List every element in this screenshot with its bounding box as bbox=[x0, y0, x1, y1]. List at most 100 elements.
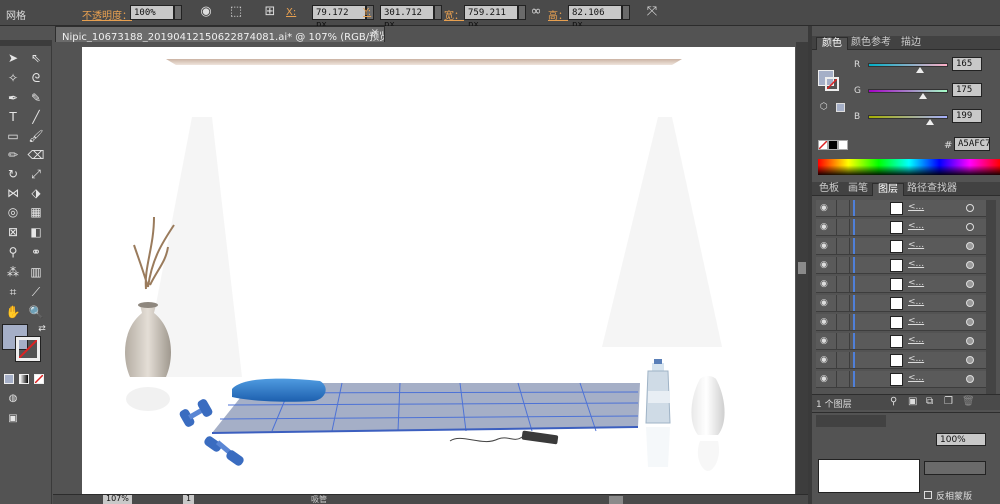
eyedropper-tool-icon[interactable]: ⚲ bbox=[4, 243, 22, 261]
mesh-tool-icon[interactable]: ⊠ bbox=[4, 223, 22, 241]
tab-stroke[interactable]: 描边 bbox=[896, 37, 926, 50]
visibility-eye-icon[interactable]: ◉ bbox=[820, 355, 832, 365]
link-proportions-icon[interactable]: ∞ bbox=[528, 4, 544, 20]
lock-toggle[interactable] bbox=[836, 371, 850, 387]
new-sublayer-icon[interactable]: ⧉ bbox=[926, 396, 933, 407]
reference-point-icon[interactable]: ⊞ bbox=[262, 4, 278, 20]
none-swatch[interactable] bbox=[818, 140, 828, 150]
layer-name[interactable]: <... bbox=[908, 335, 924, 345]
blend-tool-icon[interactable]: ⚭ bbox=[27, 243, 45, 261]
visibility-eye-icon[interactable]: ◉ bbox=[820, 298, 832, 308]
clipping-mask-icon[interactable]: ▣ bbox=[908, 396, 917, 407]
layer-name[interactable]: <... bbox=[908, 221, 924, 231]
layer-row[interactable]: ◉ <... bbox=[816, 200, 990, 217]
tab-swatches[interactable]: 色板 bbox=[814, 183, 844, 196]
transparency-opacity-input[interactable]: 100% bbox=[936, 433, 986, 446]
layer-row[interactable]: ◉ <... bbox=[816, 257, 990, 274]
visibility-eye-icon[interactable]: ◉ bbox=[820, 336, 832, 346]
tool-panel-handle[interactable] bbox=[0, 40, 52, 46]
slice-tool-icon[interactable]: ⟋ bbox=[27, 283, 45, 301]
layer-row[interactable]: ◉ <... bbox=[816, 371, 990, 388]
pencil-tool-icon[interactable]: ✏ bbox=[4, 146, 22, 164]
perspective-grid-tool-icon[interactable]: ▦ bbox=[27, 203, 45, 221]
lock-toggle[interactable] bbox=[836, 200, 850, 216]
lock-toggle[interactable] bbox=[836, 352, 850, 368]
workspace-label[interactable]: 网格 bbox=[6, 7, 26, 22]
zoom-tool-icon[interactable]: 🔍 bbox=[27, 303, 45, 321]
target-circle-icon[interactable] bbox=[966, 223, 974, 231]
tab-color[interactable]: 颜色 bbox=[816, 37, 848, 50]
visibility-eye-icon[interactable]: ◉ bbox=[820, 260, 832, 270]
target-circle-icon[interactable] bbox=[966, 375, 974, 383]
vertical-scrollbar-thumb[interactable] bbox=[798, 262, 806, 274]
zoom-field[interactable]: 107% bbox=[103, 495, 132, 504]
width-input[interactable]: 759.211 px bbox=[464, 5, 518, 30]
blue-slider-thumb[interactable] bbox=[926, 119, 935, 125]
height-input[interactable]: 82.106 px bbox=[568, 5, 622, 30]
red-slider-thumb[interactable] bbox=[915, 67, 924, 73]
panel-stroke-swatch[interactable] bbox=[825, 77, 839, 91]
tab-pathfinder[interactable]: 路径查找器 bbox=[902, 183, 962, 196]
width-tool-icon[interactable]: ⋈ bbox=[4, 184, 22, 202]
white-swatch[interactable] bbox=[838, 140, 848, 150]
lock-toggle[interactable] bbox=[836, 219, 850, 235]
target-circle-icon[interactable] bbox=[966, 318, 974, 326]
opacity-input[interactable]: 100% bbox=[130, 5, 174, 20]
target-circle-icon[interactable] bbox=[966, 261, 974, 269]
blue-value-input[interactable]: 199 bbox=[952, 109, 982, 123]
visibility-eye-icon[interactable]: ◉ bbox=[820, 374, 832, 384]
layer-row[interactable]: ◉ <... bbox=[816, 238, 990, 255]
paintbrush-tool-icon[interactable]: 🖌 bbox=[27, 127, 45, 145]
target-circle-icon[interactable] bbox=[966, 242, 974, 250]
transform-icon[interactable]: ⤧ bbox=[644, 4, 660, 20]
green-slider-track[interactable] bbox=[868, 89, 948, 93]
artboard-tool-icon[interactable]: ⌗ bbox=[4, 283, 22, 301]
horizontal-scrollbar-thumb[interactable] bbox=[609, 496, 623, 504]
layer-name[interactable]: <... bbox=[908, 373, 924, 383]
lasso-tool-icon[interactable]: ᘓ bbox=[27, 69, 45, 87]
lock-toggle[interactable] bbox=[836, 333, 850, 349]
layer-name[interactable]: <... bbox=[908, 278, 924, 288]
close-tab-icon[interactable]: × bbox=[371, 27, 379, 38]
stroke-swatch[interactable] bbox=[15, 336, 41, 362]
red-value-input[interactable]: 165 bbox=[952, 57, 982, 71]
target-circle-icon[interactable] bbox=[966, 280, 974, 288]
opacity-label[interactable]: 不透明度： bbox=[82, 7, 132, 22]
artboard[interactable] bbox=[82, 47, 795, 495]
layer-name[interactable]: <... bbox=[908, 202, 924, 212]
visibility-eye-icon[interactable]: ◉ bbox=[820, 279, 832, 289]
document-tab[interactable]: Nipic_10673188_20190412150622874081.ai* … bbox=[55, 26, 385, 42]
x-input[interactable]: 79.172 px bbox=[312, 5, 366, 30]
y-input[interactable]: 301.712 px bbox=[380, 5, 434, 30]
recolor-icon[interactable]: ◉ bbox=[198, 4, 214, 20]
lock-toggle[interactable] bbox=[836, 295, 850, 311]
tab-brushes[interactable]: 画笔 bbox=[843, 183, 873, 196]
target-circle-icon[interactable] bbox=[966, 299, 974, 307]
tab-layers[interactable]: 图层 bbox=[872, 183, 904, 196]
y-stepper[interactable] bbox=[434, 5, 442, 20]
gradient-mode-icon[interactable] bbox=[19, 374, 29, 384]
visibility-eye-icon[interactable]: ◉ bbox=[820, 241, 832, 251]
color-spectrum[interactable] bbox=[818, 159, 1000, 175]
hand-tool-icon[interactable]: ✋ bbox=[4, 303, 22, 321]
line-tool-icon[interactable]: ╱ bbox=[27, 108, 45, 126]
width-stepper[interactable] bbox=[518, 5, 526, 20]
lock-toggle[interactable] bbox=[836, 314, 850, 330]
red-slider-track[interactable] bbox=[868, 63, 948, 67]
green-slider-thumb[interactable] bbox=[918, 93, 927, 99]
curvature-tool-icon[interactable]: ✎ bbox=[27, 89, 45, 107]
height-stepper[interactable] bbox=[622, 5, 630, 20]
tab-color-guide[interactable]: 颜色参考 bbox=[846, 37, 896, 50]
target-circle-icon[interactable] bbox=[966, 204, 974, 212]
none-mode-icon[interactable] bbox=[34, 374, 44, 384]
swap-fill-stroke-icon[interactable]: ⇄ bbox=[33, 320, 51, 338]
opacity-dropdown-button[interactable] bbox=[174, 5, 182, 20]
visibility-eye-icon[interactable]: ◉ bbox=[820, 203, 832, 213]
shape-builder-tool-icon[interactable]: ◎ bbox=[4, 203, 22, 221]
layer-name[interactable]: <... bbox=[908, 240, 924, 250]
locate-object-icon[interactable]: ⚲ bbox=[890, 396, 897, 407]
layer-row[interactable]: ◉ <... bbox=[816, 333, 990, 350]
pen-tool-icon[interactable]: ✒ bbox=[4, 89, 22, 107]
direct-selection-tool-icon[interactable]: ⇖ bbox=[27, 49, 45, 67]
rectangle-tool-icon[interactable]: ▭ bbox=[4, 127, 22, 145]
